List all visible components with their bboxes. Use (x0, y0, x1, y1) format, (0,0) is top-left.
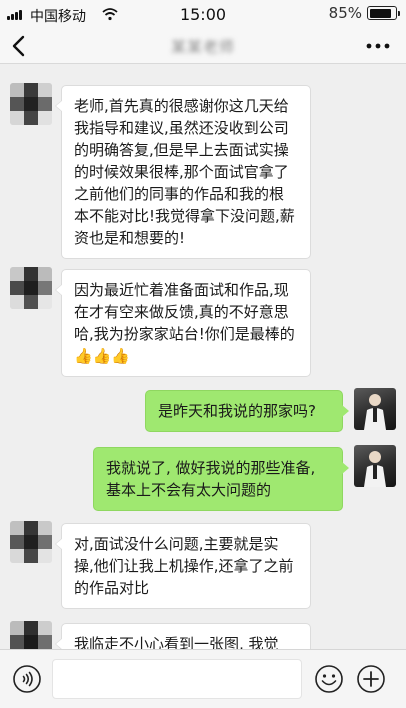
chat-nav-bar: 某某老师 (0, 28, 406, 64)
input-bar (0, 649, 406, 708)
avatar[interactable] (354, 388, 396, 430)
avatar[interactable] (10, 83, 52, 125)
avatar[interactable] (354, 445, 396, 487)
chat-messages: 老师,首先真的很感谢你这几天给我指导和建议,虽然还没收到公司的明确答复,但是早上… (0, 65, 406, 649)
avatar[interactable] (10, 267, 52, 309)
voice-icon[interactable] (12, 664, 42, 694)
message-text: 因为最近忙着准备面试和作品,现在才有空来做反馈,真的不好意思哈,我为扮家家站台!… (74, 281, 295, 343)
thumbs-up-icon: 👍👍👍 (74, 347, 131, 365)
message-bubble-sent[interactable]: 我就说了, 做好我说的那些准备, 基本上不会有太大问题的 (93, 447, 349, 511)
plus-icon[interactable] (356, 664, 386, 694)
emoji-icon[interactable] (314, 664, 344, 694)
message-bubble-received[interactable]: 对,面试没什么问题,主要就是实操,他们让我上机操作,还拿了之前的作品对比 (55, 523, 311, 609)
message-input[interactable] (52, 659, 302, 699)
message-bubble-sent[interactable]: 是昨天和我说的那家吗? (145, 390, 349, 432)
chevron-left-icon[interactable] (6, 32, 34, 60)
message-bubble-received[interactable]: 我临走不小心看到一张图, 我觉 (55, 623, 311, 649)
message-bubble-received[interactable]: 老师,首先真的很感谢你这几天给我指导和建议,虽然还没收到公司的明确答复,但是早上… (55, 85, 311, 259)
message-bubble-received[interactable]: 因为最近忙着准备面试和作品,现在才有空来做反馈,真的不好意思哈,我为扮家家站台!… (55, 269, 311, 377)
status-bar: 中国移动 15:00 85% (0, 0, 406, 28)
battery-icon (367, 6, 400, 20)
more-dots-icon[interactable] (364, 36, 392, 56)
avatar[interactable] (10, 521, 52, 563)
avatar[interactable] (10, 621, 52, 649)
battery-percent: 85% (328, 4, 362, 22)
chat-title: 某某老师 (170, 38, 235, 56)
